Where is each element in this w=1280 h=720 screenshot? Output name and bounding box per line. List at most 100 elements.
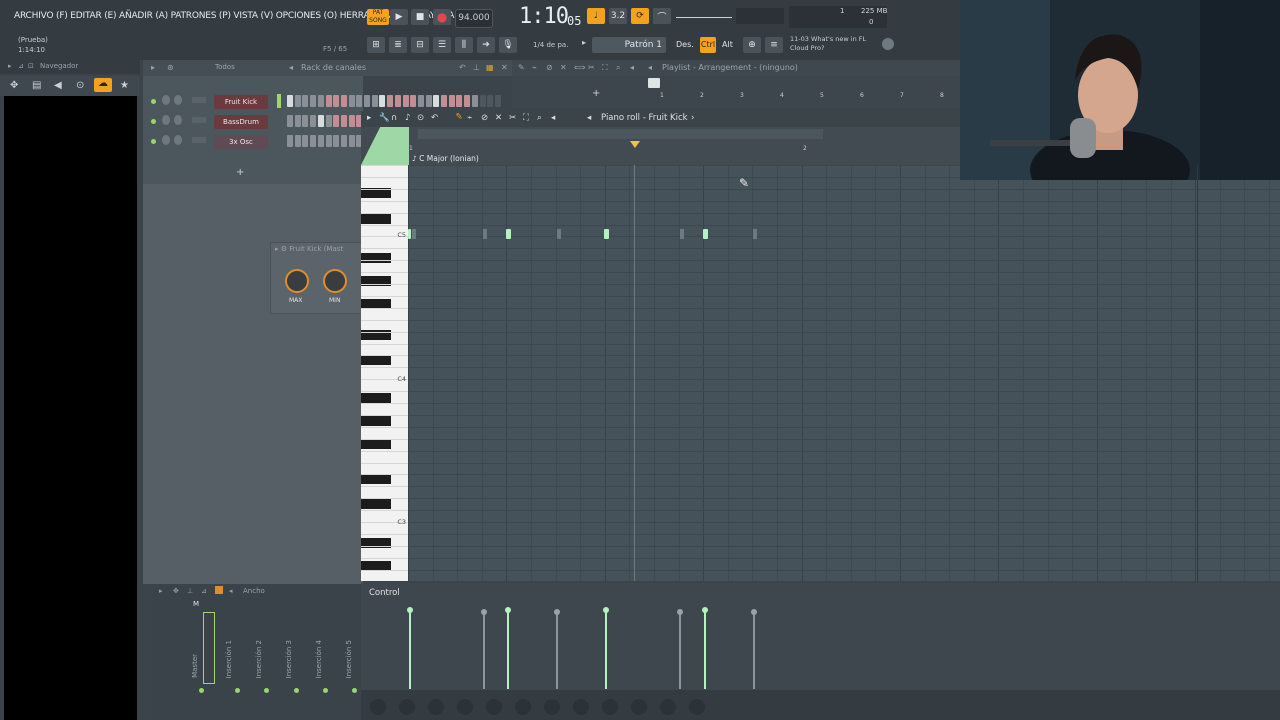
white-key[interactable] [361,343,408,345]
pr-playback-icon[interactable]: ◂ [551,113,555,123]
countdown-button[interactable]: 3.2 [609,8,627,24]
step-sequencer-row[interactable] [287,134,363,148]
velocity-bar[interactable] [409,609,411,689]
metronome-button[interactable]: ♩ [587,8,605,24]
white-key[interactable] [361,176,408,178]
velocity-bar[interactable] [483,611,485,689]
step-button[interactable] [348,115,355,127]
snap-button[interactable]: ⊞ [367,37,385,53]
rack-filter[interactable]: Todos [215,63,235,71]
insert-label-3[interactable]: Inserción 3 [285,640,293,678]
white-key[interactable] [361,486,408,488]
rack-graph-icon[interactable]: ▦ [486,63,494,72]
velocity-handle[interactable] [702,607,708,613]
step-button[interactable] [348,135,355,147]
step-button[interactable] [340,135,347,147]
step-button[interactable] [448,95,455,107]
snap-select[interactable]: 1/4 de pa. [533,38,575,52]
volume-knob[interactable] [174,95,182,105]
insert-led-4[interactable] [323,688,328,693]
step-button[interactable] [494,95,501,107]
black-key[interactable] [361,214,391,224]
mixer-knob[interactable] [602,699,618,715]
step-button[interactable] [410,95,417,107]
play-button[interactable]: ▶ [390,9,408,25]
mixer-knob[interactable] [544,699,560,715]
step-button[interactable] [364,95,370,107]
white-key[interactable] [361,200,408,202]
copy-icon[interactable]: ▤ [32,80,41,91]
news-panel[interactable]: 11-03 What's new in FL Cloud Pro? [790,35,866,53]
step-button[interactable] [294,115,301,127]
blend-notes-button[interactable]: ⌒ [653,8,671,24]
step-button[interactable] [348,95,355,107]
white-key[interactable] [361,462,408,464]
white-key[interactable] [361,355,408,357]
pr-zoom-icon[interactable]: ⌕ [537,113,542,123]
black-key[interactable] [361,499,391,509]
white-key[interactable] [361,248,408,250]
black-key[interactable] [361,253,391,263]
select-icon[interactable]: ⛶ [602,63,608,73]
mixer-knob[interactable] [399,699,415,715]
pr-undo-icon[interactable]: ↶ [431,113,438,123]
pr-select-icon[interactable]: ⛶ [523,113,529,123]
black-key[interactable] [361,474,391,484]
velocity-bar[interactable] [507,609,509,689]
step-button[interactable] [379,95,386,107]
step-button[interactable] [302,95,309,107]
tempo-display[interactable]: 94.000 [455,9,493,28]
add-channel-button[interactable]: + [236,167,244,178]
pr-delete-icon[interactable]: ⊘ [481,113,488,123]
black-key[interactable] [361,393,391,403]
channel-led[interactable] [151,119,156,124]
note[interactable] [408,229,411,239]
rack-undo-icon[interactable]: ↶ [459,63,466,72]
mute-icon[interactable]: ✕ [560,63,567,72]
star-icon[interactable]: ★ [120,80,129,91]
white-key[interactable] [361,165,408,166]
step-button[interactable] [487,95,494,107]
mixer-knob[interactable] [428,699,444,715]
step-button[interactable] [294,135,301,147]
mixer-track-selector[interactable] [192,137,206,143]
step-button[interactable] [471,95,478,107]
playlist-bar-ruler[interactable]: 1 2 3 4 5 6 7 8 [660,92,960,102]
white-key[interactable] [361,533,408,535]
paint-icon[interactable]: ⌁ [532,63,537,72]
step-button[interactable] [302,135,309,147]
white-key[interactable] [361,307,408,309]
add-track-icon[interactable]: + [592,88,600,99]
white-key[interactable] [361,391,408,393]
velocity-handle[interactable] [407,607,413,613]
navigator-arrow-icon[interactable]: ▸ [8,62,12,70]
channel-button-3x-osc[interactable]: 3x Osc [214,135,268,149]
max-knob[interactable] [285,269,309,293]
step-button[interactable] [402,95,409,107]
step-button[interactable] [371,95,378,107]
pr-arrow-icon[interactable]: ▸ [367,113,371,123]
insert-label-2[interactable]: Inserción 2 [255,640,263,678]
black-key[interactable] [361,355,391,365]
mic-button[interactable]: 🎙 [499,37,517,53]
pr-slice-icon[interactable]: ✂ [509,113,516,123]
stop-button[interactable]: ■ [411,9,429,25]
master-volume-slider[interactable] [676,17,732,18]
insert-led-2[interactable] [264,688,269,693]
mixer-knob[interactable] [457,699,473,715]
account-icon[interactable] [882,38,894,50]
step-button[interactable] [356,95,363,107]
velocity-bar[interactable] [704,609,706,689]
playlist-area[interactable]: + 1 2 3 4 5 6 7 8 [512,76,960,108]
piano-roll-button[interactable]: ⊟ [411,37,429,53]
note[interactable] [506,229,511,239]
insert-led-5[interactable] [352,688,357,693]
step-button[interactable] [287,115,293,127]
white-key[interactable] [361,438,408,440]
step-button[interactable] [456,95,463,107]
playlist-button[interactable]: ≣ [389,37,407,53]
pan-knob[interactable] [162,115,170,125]
control-label[interactable]: Control [369,588,400,598]
note-icon[interactable]: ♪ [405,113,410,123]
mixer-pin-icon[interactable]: ⊥ [187,587,193,595]
